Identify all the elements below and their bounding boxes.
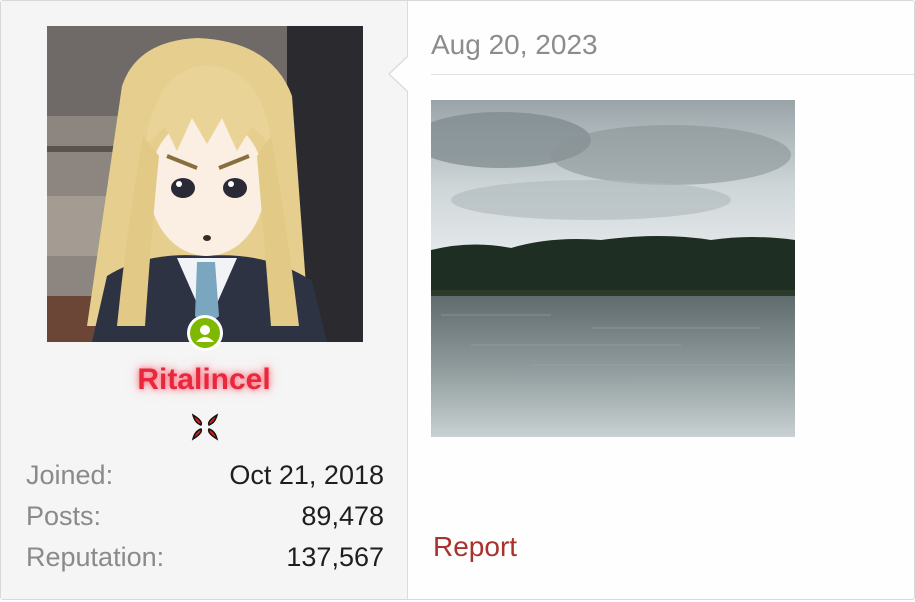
post-image-lake[interactable] <box>431 100 795 437</box>
stat-label: Reputation: <box>26 542 165 572</box>
user-stats: Joined: Oct 21, 2018 Posts: 89,478 Reput… <box>26 456 384 579</box>
stat-posts: Posts: 89,478 <box>26 497 384 538</box>
post-date[interactable]: Aug 20, 2023 <box>431 29 598 61</box>
stat-value: 137,567 <box>286 542 384 572</box>
post-header-divider <box>431 74 914 75</box>
stat-value: 89,478 <box>301 501 384 531</box>
report-link[interactable]: Report <box>433 531 517 563</box>
user-avatar[interactable] <box>47 26 363 342</box>
anger-symbol-icon <box>187 409 223 445</box>
stat-reputation: Reputation: 137,567 <box>26 538 384 579</box>
stat-label: Joined: <box>26 460 114 490</box>
avatar-image <box>47 26 363 342</box>
user-panel: Ritalincel Joined: Oct 21, 2018 Posts: 8… <box>1 1 408 599</box>
username[interactable]: Ritalincel <box>1 363 407 397</box>
lake-landscape-image <box>431 100 795 437</box>
stat-value: Oct 21, 2018 <box>229 460 384 490</box>
post-container: Ritalincel Joined: Oct 21, 2018 Posts: 8… <box>0 0 915 600</box>
user-online-icon <box>196 325 214 342</box>
stat-joined: Joined: Oct 21, 2018 <box>26 456 384 497</box>
stat-label: Posts: <box>26 501 102 531</box>
online-status-badge <box>187 315 223 351</box>
